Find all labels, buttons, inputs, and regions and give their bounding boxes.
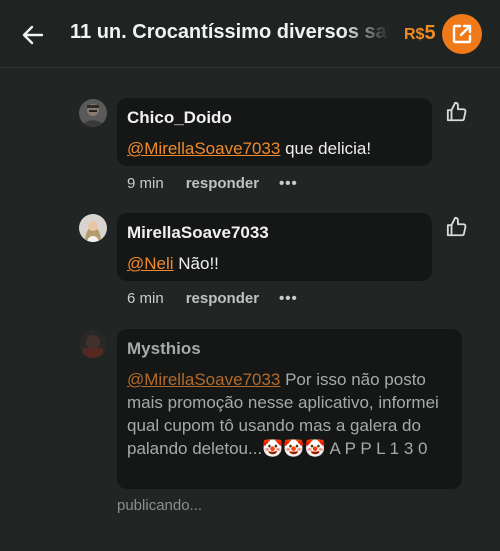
comment-text-content: que delicia! bbox=[280, 139, 372, 158]
comment-text: @Neli Não!! bbox=[127, 252, 422, 275]
arrow-left-icon bbox=[22, 25, 44, 45]
comment-time: 9 min bbox=[127, 175, 164, 192]
comment-bubble: Chico_Doido @MirellaSoave7033 que delici… bbox=[117, 98, 432, 166]
publishing-status: publicando... bbox=[117, 497, 203, 514]
more-options-button[interactable]: ••• bbox=[279, 290, 298, 307]
thumbs-up-icon bbox=[446, 216, 467, 237]
price-currency: R$ bbox=[404, 26, 425, 43]
page-title: 11 un. Crocantíssimo diversos sabores bbox=[70, 21, 390, 43]
price-value: 5 bbox=[424, 22, 436, 44]
comment-time: 6 min bbox=[127, 290, 164, 307]
back-button[interactable] bbox=[18, 20, 48, 50]
reply-button[interactable]: responder bbox=[186, 290, 259, 307]
like-button[interactable] bbox=[444, 214, 470, 240]
comment-bubble: Mysthios @MirellaSoave7033 Por isso não … bbox=[117, 329, 462, 489]
comment-meta: 6 min responder ••• bbox=[127, 290, 298, 307]
external-link-icon bbox=[452, 24, 472, 44]
comment-text-content: Não!! bbox=[173, 254, 219, 273]
top-bar: 11 un. Crocantíssimo diversos sabores R$… bbox=[0, 0, 500, 68]
open-deal-button[interactable] bbox=[442, 14, 482, 54]
comment-author[interactable]: MirellaSoave7033 bbox=[127, 223, 422, 243]
mention-link[interactable]: @MirellaSoave7033 bbox=[127, 370, 280, 389]
comment-text: @MirellaSoave7033 que delicia! bbox=[127, 137, 422, 160]
price-label: R$5 bbox=[404, 22, 436, 45]
mention-link[interactable]: @MirellaSoave7033 bbox=[127, 139, 280, 158]
reply-button[interactable]: responder bbox=[186, 175, 259, 192]
avatar[interactable] bbox=[79, 330, 107, 358]
avatar[interactable] bbox=[79, 99, 107, 127]
comment-meta: 9 min responder ••• bbox=[127, 175, 298, 192]
comment-author[interactable]: Chico_Doido bbox=[127, 108, 422, 128]
more-options-button[interactable]: ••• bbox=[279, 175, 298, 192]
comment-text: @MirellaSoave7033 Por isso não posto mai… bbox=[127, 368, 452, 460]
like-button[interactable] bbox=[444, 99, 470, 125]
comment-bubble: MirellaSoave7033 @Neli Não!! bbox=[117, 213, 432, 281]
comment-author[interactable]: Mysthios bbox=[127, 339, 452, 359]
thumbs-up-icon bbox=[446, 101, 467, 122]
mention-link[interactable]: @Neli bbox=[127, 254, 174, 273]
avatar[interactable] bbox=[79, 214, 107, 242]
